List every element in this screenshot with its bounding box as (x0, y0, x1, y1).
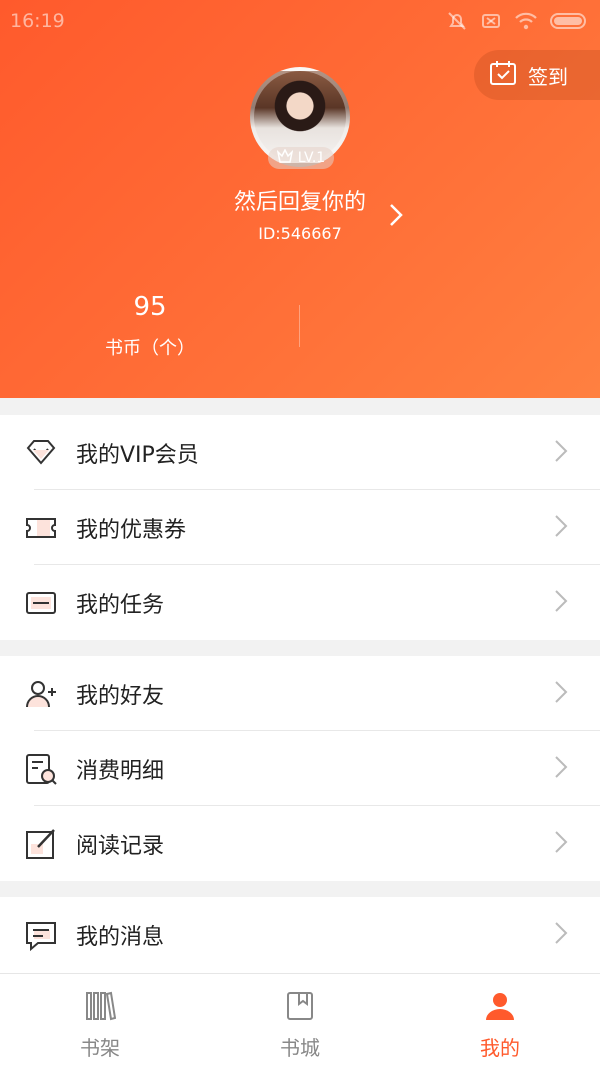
username: 然后回复你的 (233, 190, 366, 215)
chevron-right-icon (554, 830, 568, 858)
level-badge: LV.1 (268, 147, 334, 169)
tab-bookstore[interactable]: 书城 (200, 974, 400, 1067)
menu-item-label: 我的VIP会员 (76, 442, 199, 468)
menu-item-label: 阅读记录 (76, 833, 165, 859)
level-text: LV.1 (297, 150, 326, 166)
checkin-label: 签到 (528, 64, 568, 89)
menu-item-task[interactable]: 我的任务 (0, 565, 600, 640)
coins-value: 95 (133, 292, 167, 322)
tab-profile[interactable]: 我的 (400, 974, 600, 1067)
username-row[interactable]: 然后回复你的 (0, 184, 600, 216)
checkin-button[interactable]: 签到 (474, 50, 600, 100)
menu-item-reading-history[interactable]: 阅读记录 (0, 806, 600, 881)
status-icons (446, 10, 590, 32)
tab-label: 书城 (280, 1036, 320, 1060)
menu-item-label: 我的任务 (76, 592, 165, 618)
wifi-icon (514, 10, 538, 32)
profile-header: 16:19 签到 LV.1 然后回复你的 ID:546667 95 书币（个） (0, 0, 600, 398)
menu-item-messages[interactable]: 我的消息 (0, 897, 600, 972)
menu-item-label: 我的好友 (76, 683, 165, 709)
user-id: ID:546667 (258, 224, 342, 243)
menu-item-label: 我的消息 (76, 924, 165, 950)
calendar-check-icon (488, 59, 518, 91)
avatar-container[interactable]: LV.1 (250, 67, 350, 169)
chevron-right-icon (554, 921, 568, 949)
chevron-right-icon (554, 680, 568, 708)
chevron-right-icon (554, 755, 568, 783)
vip-diamond-icon (24, 436, 58, 470)
battery-icon (550, 11, 590, 31)
chevron-right-icon (554, 514, 568, 542)
message-icon (24, 918, 58, 952)
coupon-icon (24, 511, 58, 545)
menu-item-label: 消费明细 (76, 758, 165, 784)
edit-record-icon (24, 827, 58, 861)
menu-item-label: 我的优惠券 (76, 517, 187, 543)
add-friend-icon (24, 677, 58, 711)
tab-label: 我的 (480, 1036, 520, 1060)
status-bar: 16:19 (0, 0, 600, 44)
mute-icon (446, 10, 468, 32)
crown-icon (276, 148, 294, 167)
bill-search-icon (24, 752, 58, 786)
task-icon (24, 586, 58, 620)
coins-stat[interactable]: 95 书币（个） (90, 292, 210, 360)
chevron-right-icon (554, 589, 568, 617)
no-sim-icon (480, 10, 502, 32)
tab-bookshelf[interactable]: 书架 (0, 974, 200, 1067)
tab-label: 书架 (80, 1036, 120, 1060)
menu-item-vip[interactable]: 我的VIP会员 (0, 415, 600, 490)
menu-group-messages: 我的消息 (0, 897, 600, 973)
menu-item-coupon[interactable]: 我的优惠券 (0, 490, 600, 565)
chevron-right-icon (554, 439, 568, 467)
status-time: 16:19 (10, 10, 65, 32)
coins-label: 书币（个） (105, 338, 195, 359)
stat-divider (299, 305, 300, 347)
menu-item-spending[interactable]: 消费明细 (0, 731, 600, 806)
menu-group-activity: 我的好友 消费明细 阅读记录 (0, 656, 600, 881)
menu-group-account: 我的VIP会员 我的优惠券 我的任务 (0, 415, 600, 640)
bottom-tab-bar: 书架 书城 我的 (0, 973, 600, 1067)
menu-item-friends[interactable]: 我的好友 (0, 656, 600, 731)
